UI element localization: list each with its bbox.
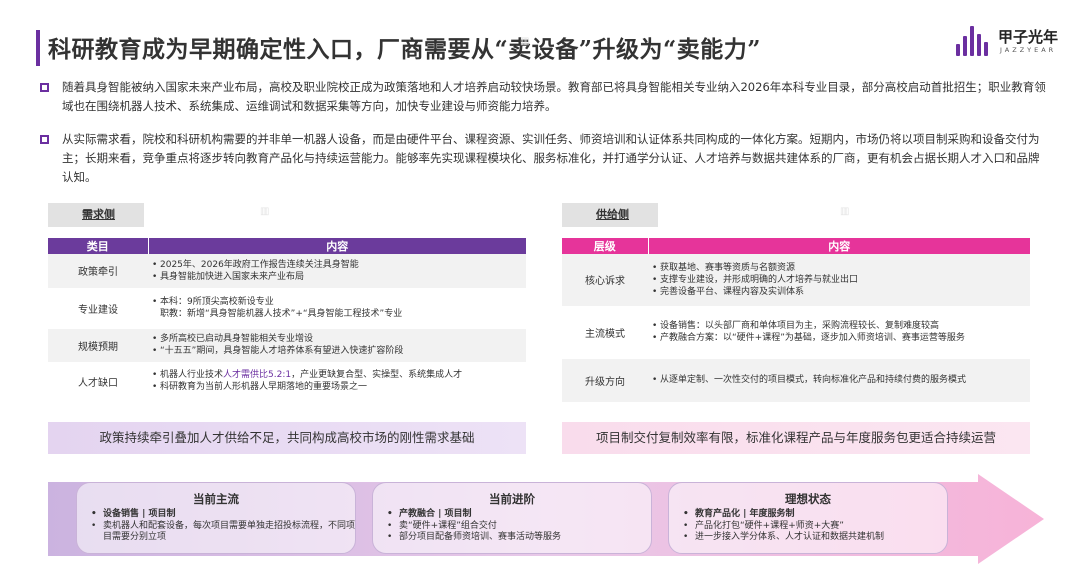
stage-title: 当前主流 xyxy=(193,492,239,506)
bullet-paragraph-1: 随着具身智能被纳入国家未来产业布局，高校及职业院校正成为政策落地和人才培养启动较… xyxy=(40,78,1050,116)
row-content: 设备销售：以头部厂商和单体项目为主，采购流程较长、复制难度较高 产教融合方案：以… xyxy=(648,306,1030,359)
watermark: ▥ xyxy=(260,206,270,217)
demand-side-tag: 需求侧 xyxy=(48,203,144,227)
row-label: 政策牵引 xyxy=(48,254,148,289)
list-item: 2025年、2026年政府工作报告连续关注具身智能 xyxy=(152,259,526,271)
list-item: 设备销售：以头部厂商和单体项目为主，采购流程较长、复制难度较高 xyxy=(652,320,1030,332)
row-label: 升级方向 xyxy=(562,358,648,403)
demand-table: 类目 内容 政策牵引 2025年、2026年政府工作报告连续关注具身智能 具身智… xyxy=(48,238,526,401)
row-content: 获取基地、赛事等资质与名额资源 支撑专业建设，并形成明确的人才培养与就业出口 完… xyxy=(648,254,1030,307)
table-row: 专业建设 本科：9所顶尖高校新设专业 职教：新增“具身智能机器人技术”+“具身智… xyxy=(48,288,526,329)
bullet-text: 从实际需求看，院校和科研机构需要的并非单一机器人设备，而是由硬件平台、课程资源、… xyxy=(62,132,1040,184)
list-item: 卖机器人和配套设备，每次项目需要单独走招投标流程，不同项目需要分别立项 xyxy=(91,521,355,544)
table-row: 升级方向 从逐单定制、一次性交付的项目模式，转向标准化产品和持续付费的服务模式 xyxy=(562,358,1030,403)
list-item: 机器人行业技术人才需供比5.2:1，产业更缺复合型、实操型、系统集成人才 xyxy=(152,369,526,381)
row-label: 专业建设 xyxy=(48,288,148,329)
talent-gap-prefix: 机器人行业技术 xyxy=(160,370,224,380)
bullet-text: 随着具身智能被纳入国家未来产业布局，高校及职业院校正成为政策落地和人才培养启动较… xyxy=(62,80,1046,113)
list-item: 卖“硬件+课程”组合交付 xyxy=(387,521,651,533)
row-content: 机器人行业技术人才需供比5.2:1，产业更缺复合型、实操型、系统集成人才 科研教… xyxy=(148,362,526,401)
table-row: 核心诉求 获取基地、赛事等资质与名额资源 支撑专业建设，并形成明确的人才培养与就… xyxy=(562,254,1030,307)
row-content: 多所高校已启动具身智能相关专业增设 “十五五”期间，具身智能人才培养体系有望进入… xyxy=(148,328,526,363)
table-row: 政策牵引 2025年、2026年政府工作报告连续关注具身智能 具身智能加快进入国… xyxy=(48,254,526,289)
brand-name: 甲子光年 xyxy=(998,28,1059,46)
list-item: 具身智能加快进入国家未来产业布局 xyxy=(152,271,526,283)
list-item: 获取基地、赛事等资质与名额资源 xyxy=(652,262,1030,274)
square-bullet-icon xyxy=(40,83,49,92)
page-title: 科研教育成为早期确定性入口，厂商需要从“卖设备”升级为“卖能力” xyxy=(48,36,761,63)
stage-title: 理想状态 xyxy=(785,492,831,506)
supply-table: 层级 内容 核心诉求 获取基地、赛事等资质与名额资源 支撑专业建设，并形成明确的… xyxy=(562,238,1030,403)
list-item: 本科：9所顶尖高校新设专业 职教：新增“具身智能机器人技术”+“具身智能工程技术… xyxy=(152,296,526,320)
row-content: 2025年、2026年政府工作报告连续关注具身智能 具身智能加快进入国家未来产业… xyxy=(148,254,526,289)
list-item: 多所高校已启动具身智能相关专业增设 xyxy=(152,333,526,345)
table-row: 规模预期 多所高校已启动具身智能相关专业增设 “十五五”期间，具身智能人才培养体… xyxy=(48,328,526,363)
list-item: 从逐单定制、一次性交付的项目模式，转向标准化产品和持续付费的服务模式 xyxy=(652,374,1030,386)
bullet-paragraph-2: 从实际需求看，院校和科研机构需要的并非单一机器人设备，而是由硬件平台、课程资源、… xyxy=(40,130,1050,187)
stage-card-current: 当前主流 设备销售 | 项目制 卖机器人和配套设备，每次项目需要单独走招投标流程… xyxy=(76,482,356,554)
list-item: 设备销售 | 项目制 xyxy=(91,509,355,521)
list-item: 完善设备平台、课程内容及实训体系 xyxy=(652,286,1030,298)
list-item: 科研教育为当前人形机器人早期落地的重要场景之一 xyxy=(152,381,526,393)
demand-table-header: 类目 内容 xyxy=(48,238,526,254)
list-item: 产品化打包“硬件+课程+师资+大赛” xyxy=(683,521,947,533)
row-label: 主流模式 xyxy=(562,306,648,359)
stage-card-advanced: 当前进阶 产教融合 | 项目制 卖“硬件+课程”组合交付 部分项目配备师资培训、… xyxy=(372,482,652,554)
list-item: 支撑专业建设，并形成明确的人才培养与就业出口 xyxy=(652,274,1030,286)
supply-table-header: 层级 内容 xyxy=(562,238,1030,254)
stage-title: 当前进阶 xyxy=(489,492,535,506)
row-content: 从逐单定制、一次性交付的项目模式，转向标准化产品和持续付费的服务模式 xyxy=(648,358,1030,403)
list-item: 进一步接入学分体系、人才认证和数据共建机制 xyxy=(683,532,947,544)
column-header-category: 类目 xyxy=(48,238,149,254)
supply-side-tag: 供给侧 xyxy=(562,203,658,227)
watermark: ▥ xyxy=(840,206,850,217)
list-item: 教育产品化 | 年度服务制 xyxy=(683,509,947,521)
row-label: 规模预期 xyxy=(48,328,148,363)
list-item: 产教融合 | 项目制 xyxy=(387,509,651,521)
table-row: 主流模式 设备销售：以头部厂商和单体项目为主，采购流程较长、复制难度较高 产教融… xyxy=(562,306,1030,359)
column-header-content: 内容 xyxy=(148,238,526,254)
square-bullet-icon xyxy=(40,135,49,144)
talent-gap-suffix: ，产业更缺复合型、实操型、系统集成人才 xyxy=(291,370,463,380)
column-header-level: 层级 xyxy=(562,238,649,254)
talent-ratio-highlight: 人才需供比5.2:1 xyxy=(223,370,292,380)
row-label: 人才缺口 xyxy=(48,362,148,401)
table-row: 人才缺口 机器人行业技术人才需供比5.2:1，产业更缺复合型、实操型、系统集成人… xyxy=(48,362,526,401)
list-item: 产教融合方案：以“硬件+课程”为基础，逐步加入师资培训、赛事运营等服务 xyxy=(652,332,1030,344)
supply-summary: 项目制交付复制效率有限，标准化课程产品与年度服务包更适合持续运营 xyxy=(562,422,1030,454)
row-label: 核心诉求 xyxy=(562,254,648,307)
brand-subtitle: JAZZYEAR xyxy=(1000,46,1057,54)
brand-logo: 甲子光年 JAZZYEAR xyxy=(956,22,1066,62)
list-item: “十五五”期间，具身智能人才培养体系有望进入快速扩容阶段 xyxy=(152,345,526,357)
column-header-content: 内容 xyxy=(648,238,1030,254)
row-content: 本科：9所顶尖高校新设专业 职教：新增“具身智能机器人技术”+“具身智能工程技术… xyxy=(148,288,526,329)
demand-summary: 政策持续牵引叠加人才供给不足，共同构成高校市场的刚性需求基础 xyxy=(48,422,526,454)
title-accent-bar xyxy=(36,30,40,66)
list-item: 部分项目配备师资培训、赛事活动等服务 xyxy=(387,532,651,544)
watermark: ▥ xyxy=(520,36,530,47)
brand-logo-icon xyxy=(956,24,992,56)
stage-card-ideal: 理想状态 教育产品化 | 年度服务制 产品化打包“硬件+课程+师资+大赛” 进一… xyxy=(668,482,948,554)
